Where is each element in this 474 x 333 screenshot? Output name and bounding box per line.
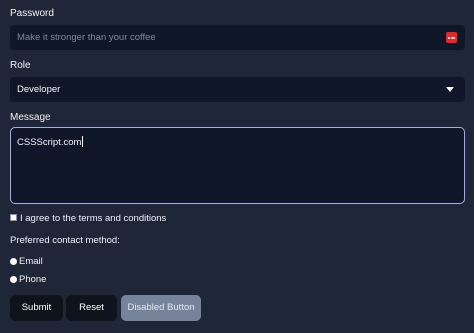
text-caret — [82, 136, 84, 147]
message-textarea[interactable]: CSSScript.com — [10, 127, 465, 204]
chevron-down-icon — [446, 87, 454, 92]
role-label: Role — [10, 60, 31, 71]
password-label: Password — [10, 8, 54, 19]
terms-label[interactable]: I agree to the terms and conditions — [20, 213, 166, 224]
message-label: Message — [10, 112, 51, 123]
contact-method-label: Preferred contact method: — [10, 235, 120, 246]
disabled-button: Disabled Button — [121, 295, 201, 321]
radio-phone-label[interactable]: Phone — [19, 274, 46, 285]
password-placeholder: Make it stronger than your coffee — [17, 32, 156, 43]
terms-checkbox[interactable] — [10, 214, 17, 221]
reset-button[interactable]: Reset — [66, 295, 117, 321]
password-field[interactable]: Make it stronger than your coffee — [10, 25, 465, 50]
role-select[interactable]: Developer — [10, 77, 465, 102]
message-value: CSSScript.com — [17, 137, 82, 148]
radio-phone[interactable] — [10, 276, 17, 283]
password-manager-icon[interactable] — [446, 32, 457, 43]
radio-email-label[interactable]: Email — [19, 256, 43, 267]
radio-email[interactable] — [10, 258, 17, 265]
role-selected-value: Developer — [17, 84, 61, 95]
submit-button[interactable]: Submit — [10, 295, 63, 321]
